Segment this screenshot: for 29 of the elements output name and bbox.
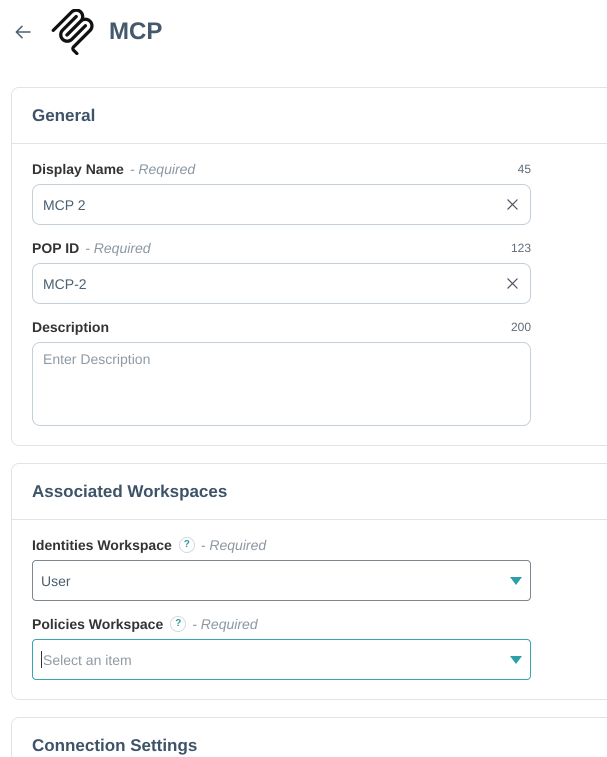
text-field[interactable]: MCP 2 xyxy=(32,184,531,225)
page-title: MCP xyxy=(109,18,162,46)
field-label: Description xyxy=(32,319,110,335)
required-note: - Required xyxy=(130,161,196,177)
help-icon[interactable]: ? xyxy=(178,537,195,553)
field-label: Identities Workspace xyxy=(32,537,172,553)
character-counter: 45 xyxy=(518,162,531,176)
required-note: - Required xyxy=(192,616,258,632)
description-field[interactable]: Enter Description xyxy=(32,342,531,426)
required-note: - Required xyxy=(85,240,151,256)
field-label: Display Name xyxy=(32,161,124,177)
field-label: POP ID xyxy=(32,240,80,256)
section-title: General xyxy=(32,106,96,126)
text-field[interactable]: MCP-2 xyxy=(32,263,531,304)
help-icon[interactable]: ? xyxy=(170,616,186,632)
required-note: - Required xyxy=(200,537,266,553)
logo-icon xyxy=(50,9,96,55)
close-icon[interactable] xyxy=(507,199,518,210)
section-title: Connection Settings xyxy=(32,736,198,756)
caret-icon[interactable] xyxy=(510,576,522,584)
text-cursor xyxy=(41,651,42,668)
character-counter: 123 xyxy=(510,241,531,255)
caret-icon[interactable] xyxy=(510,656,522,664)
dropdown-field[interactable]: Select an item xyxy=(32,639,531,680)
section-title: Associated Workspaces xyxy=(32,482,228,502)
close-icon[interactable] xyxy=(507,278,518,289)
character-counter: 200 xyxy=(510,320,531,334)
dropdown-field[interactable]: User xyxy=(32,560,531,601)
field-label: Policies Workspace xyxy=(32,616,164,632)
